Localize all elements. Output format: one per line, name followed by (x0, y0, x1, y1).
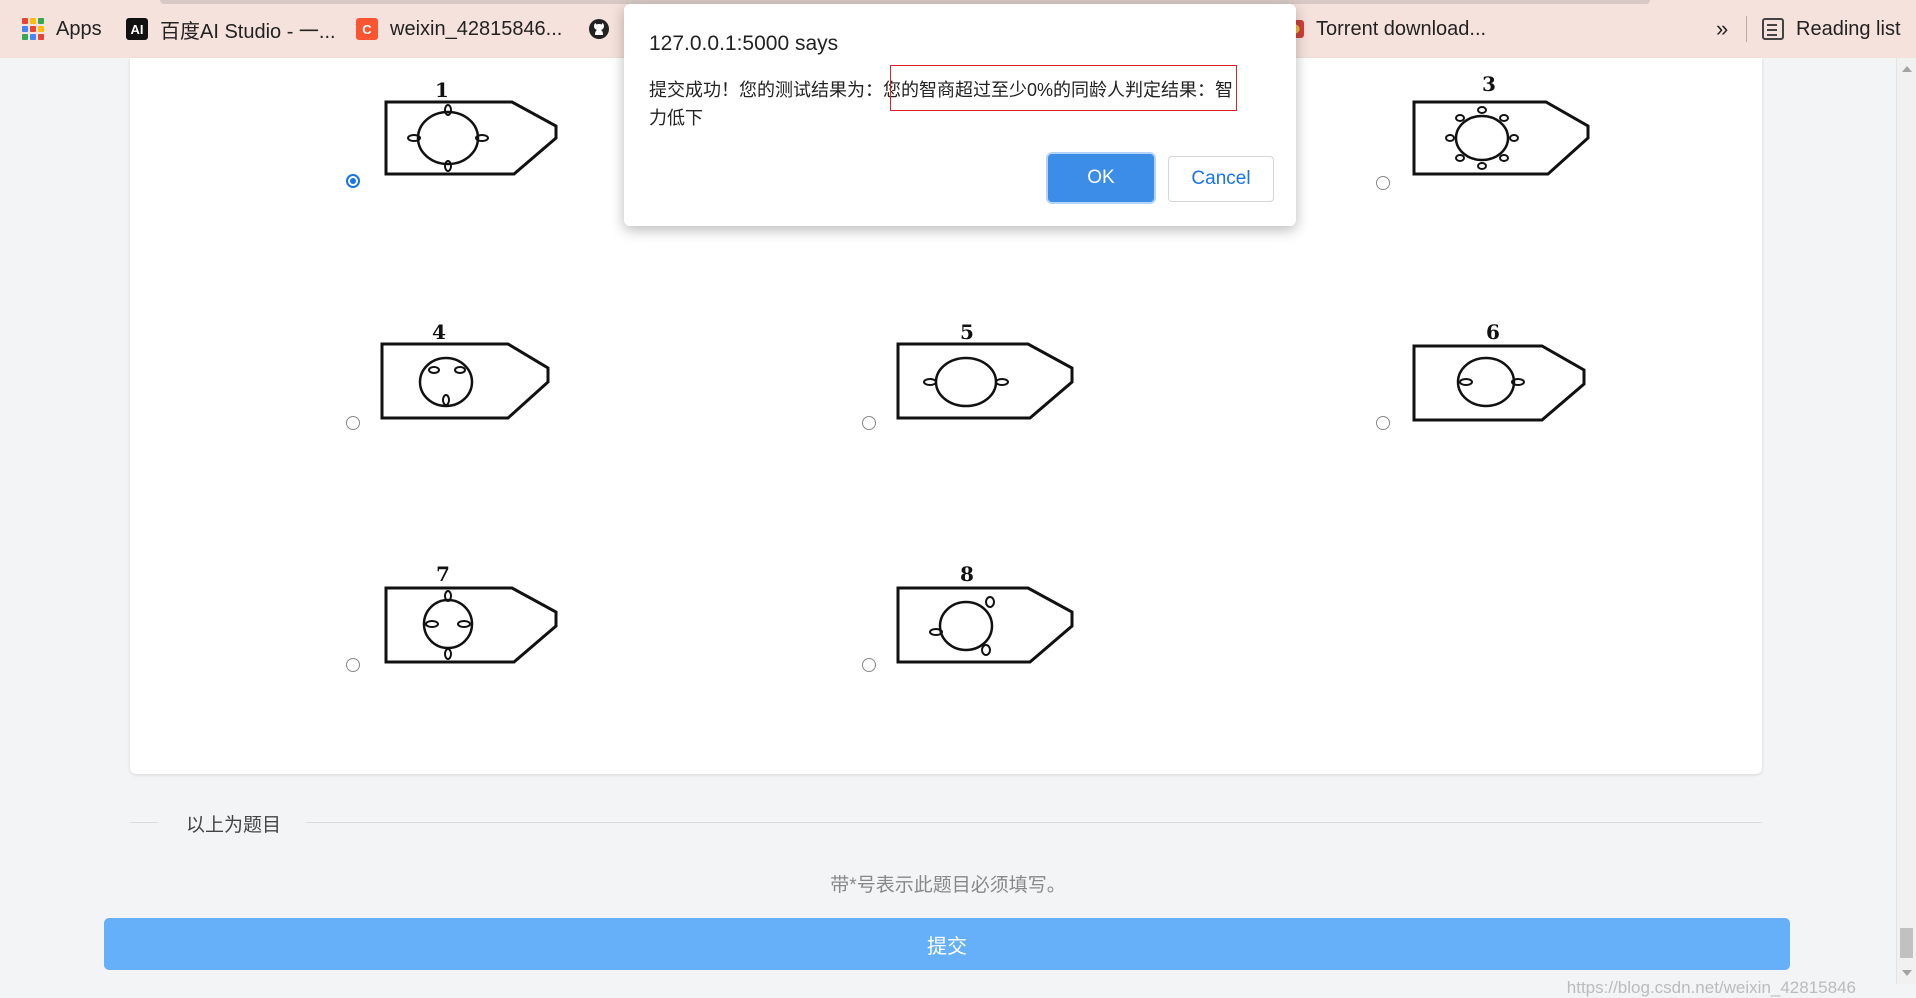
option-5-radio[interactable] (862, 416, 876, 430)
csdn-icon: C (356, 18, 378, 40)
option-3-radio[interactable] (1376, 176, 1390, 190)
bookmark-torrent[interactable]: Torrent download... (1286, 0, 1486, 58)
option-6[interactable]: 6 (1370, 320, 1590, 430)
bookmark-separator (1746, 16, 1747, 42)
baidu-ai-icon: AI (126, 18, 148, 40)
bookmark-csdn-label: weixin_42815846... (390, 17, 563, 40)
section-divider: 以上为题目 (130, 808, 1762, 838)
submit-button[interactable]: 提交 (104, 918, 1790, 970)
scroll-down-arrow-icon[interactable] (1902, 970, 1912, 976)
option-6-shape-icon (1412, 344, 1586, 422)
dialog-title: 127.0.0.1:5000 says (649, 32, 839, 55)
bookmark-github[interactable] (588, 0, 610, 58)
option-1-shape-icon (384, 100, 558, 176)
option-5[interactable]: 5 (856, 320, 1076, 430)
divider-line-right (306, 822, 1762, 823)
scroll-up-arrow-icon[interactable] (1902, 66, 1912, 72)
option-4-radio[interactable] (346, 416, 360, 430)
bookmark-reading-list[interactable]: Reading list (1762, 0, 1901, 58)
scroll-thumb[interactable] (1900, 928, 1913, 958)
bookmark-baidu-label: 百度AI Studio - 一... (160, 20, 336, 43)
bookmark-torrent-label: Torrent download... (1316, 17, 1487, 40)
watermark: https://blog.csdn.net/weixin_42815846 (1566, 978, 1856, 997)
option-4-shape-icon (380, 342, 550, 420)
github-icon (588, 18, 610, 40)
option-7-radio[interactable] (346, 658, 360, 672)
option-1[interactable]: 1 (340, 78, 560, 188)
bookmark-apps-label: Apps (56, 17, 102, 40)
option-7-shape-icon (384, 586, 558, 664)
option-4[interactable]: 4 (340, 320, 560, 430)
highlight-box (890, 65, 1237, 111)
apps-grid-icon (22, 18, 44, 40)
option-1-radio[interactable] (346, 174, 360, 188)
page-scrollbar[interactable] (1896, 58, 1916, 984)
reading-list-label: Reading list (1796, 17, 1901, 40)
option-3[interactable]: 3 (1370, 72, 1590, 190)
ok-button[interactable]: OK (1048, 154, 1154, 202)
bookmarks-more-label: » (1716, 16, 1729, 41)
option-8-shape-icon (896, 586, 1074, 664)
alert-dialog: 127.0.0.1:5000 says 提交成功！您的测试结果为：您的智商超过至… (624, 4, 1296, 226)
cancel-button[interactable]: Cancel (1168, 156, 1274, 202)
divider-text: 以上为题目 (186, 815, 282, 836)
option-3-shape-icon (1412, 100, 1590, 176)
option-5-shape-icon (896, 342, 1074, 420)
required-hint: 带*号表示此题目必须填写。 (830, 875, 1066, 896)
bookmarks-more-button[interactable]: » (1716, 0, 1728, 58)
bookmark-apps[interactable]: Apps (22, 0, 102, 58)
divider-line-left (130, 822, 158, 823)
bookmark-baidu-ai-studio[interactable]: AI 百度AI Studio - 一... (126, 0, 336, 58)
reading-list-icon (1762, 18, 1784, 40)
option-6-radio[interactable] (1376, 416, 1390, 430)
option-8-radio[interactable] (862, 658, 876, 672)
bookmark-csdn[interactable]: C weixin_42815846... (356, 0, 562, 58)
option-7[interactable]: 7 (340, 562, 560, 672)
option-8[interactable]: 8 (856, 562, 1076, 672)
